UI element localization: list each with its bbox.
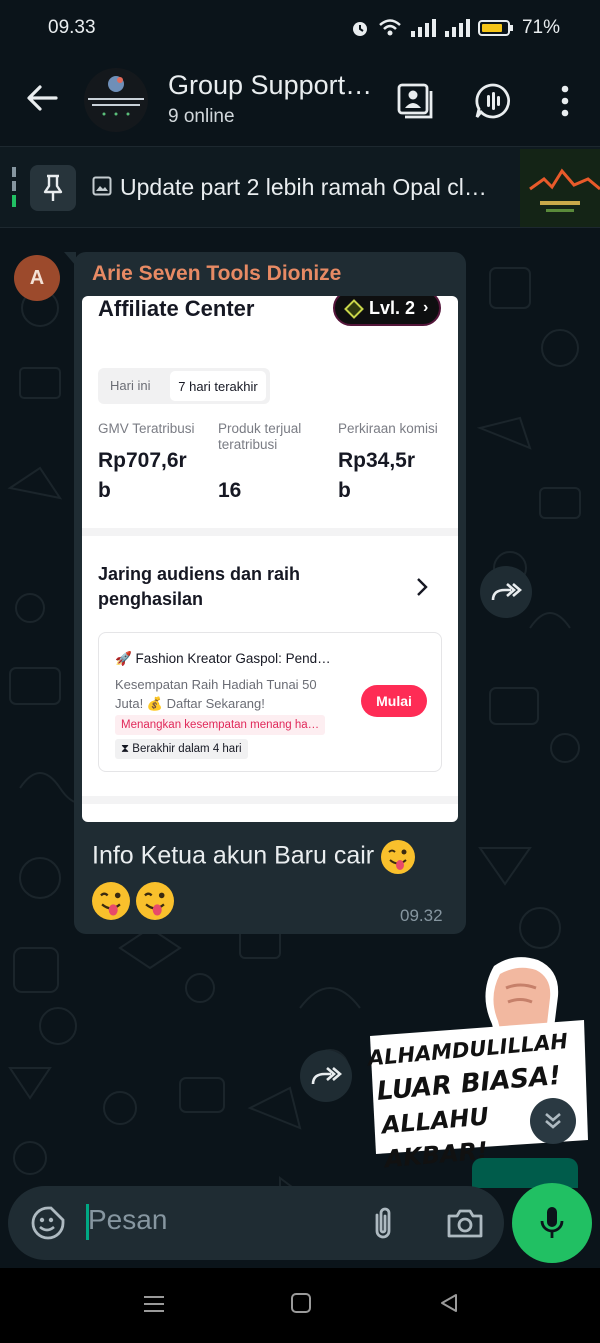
chevron-right-icon: › [423,299,429,316]
forward-button[interactable] [480,566,532,618]
status-bar: 09.33 71% [0,0,600,56]
double-chevron-down-icon [545,1113,561,1129]
pin-icon [43,174,63,201]
online-count: 9 online [168,106,235,127]
camera-icon[interactable] [446,1206,484,1240]
bottom-divider [82,796,458,804]
winking-tongue-emoji [381,840,416,874]
system-nav-bar [0,1268,600,1343]
campaign-description-line-1: Kesempatan Raih Hadiah Tunai 50 [115,677,317,692]
pinned-message-bar[interactable]: Update part 2 lebih ramah Opal cl… [0,146,600,228]
winking-tongue-emoji [136,882,175,920]
back-nav-icon[interactable] [438,1292,460,1314]
forward-icon [311,1067,342,1085]
message-caption: Info Ketua akun Baru cair [92,840,416,874]
metric-value-gmv: Rp707,6r [98,449,187,472]
mic-button[interactable] [512,1183,592,1263]
chat-header: Group Support… 9 online [0,56,600,146]
attach-icon[interactable] [368,1205,398,1241]
start-button: Mulai [361,685,427,717]
message-composer[interactable] [8,1186,504,1260]
group-avatar[interactable] [84,68,148,132]
metric-value-gmv-unit: b [98,479,111,502]
contact-card-icon[interactable] [396,82,434,120]
campaign-tag: Menangkan kesempatan menang ha… [115,715,326,735]
pin-button[interactable] [30,165,76,211]
metric-label-commission: Perkiraan komisi [338,421,438,436]
whatsapp-chat-screen: 09.33 71% Group Support… 9 online Update… [0,0,600,1343]
tab-7-days: 7 hari terakhir [170,371,266,401]
scroll-to-bottom-button[interactable] [530,1098,576,1144]
sender-avatar[interactable]: A [14,255,60,301]
campaign-deadline: ⧗ Berakhir dalam 4 hari [115,739,248,759]
signal-1-icon [410,19,436,37]
level-badge: Lvl. 2 › [333,296,441,326]
message-input[interactable]: Pesan [88,1204,167,1236]
metric-label-gmv: GMV Teratribusi [98,421,195,436]
metric-label-products: Produk terjual [218,421,302,436]
voice-chat-icon[interactable] [474,82,512,120]
sticker-icon[interactable] [30,1205,66,1241]
section-title-line-1: Jaring audiens dan raih [98,564,301,584]
battery-icon [477,20,513,36]
emoji-row [92,882,175,920]
deadline-text: Berakhir dalam 4 hari [132,743,242,755]
hourglass-icon: ⧗ [121,743,133,755]
caption-text: Info Ketua akun Baru cair [92,841,375,870]
group-logo-icon [88,76,144,116]
campaign-description-line-2: Juta! 💰 Daftar Sekarang! [115,696,265,711]
forward-icon [491,583,522,601]
chat-title[interactable]: Group Support… [168,70,372,101]
period-toggle: Hari ini 7 hari terakhir [98,368,270,404]
wifi-icon [379,19,401,36]
chevron-right-icon [417,578,428,596]
section-title-line-2: penghasilan [98,589,204,609]
pin-indicator [12,167,16,207]
image-icon [92,176,112,196]
pinned-text: Update part 2 lebih ramah Opal cl… [120,174,487,200]
microphone-icon [540,1207,564,1238]
sender-name[interactable]: Arie Seven Tools Dionize [92,262,341,286]
battery-percent: 71% [521,17,560,38]
winking-tongue-emoji [92,882,130,920]
home-icon[interactable] [290,1292,312,1314]
alarm-icon [352,22,367,36]
status-time: 09.33 [48,17,96,38]
section-title: Jaring audiens dan raih penghasilan [98,562,358,612]
diamond-icon [344,299,364,319]
campaign-title: 🚀 Fashion Kreator Gaspol: Pend… [115,651,331,666]
section-divider [82,528,458,536]
level-text: Lvl. 2 [369,297,416,318]
back-arrow-icon[interactable] [22,78,62,118]
message-image[interactable]: Affiliate Center Lvl. 2 › Hari ini 7 har… [82,296,458,822]
campaign-description: Kesempatan Raih Hadiah Tunai 50 Juta! 💰 … [115,675,365,713]
tab-today: Hari ini [110,378,151,393]
status-icons: 71% [350,17,560,39]
metric-value-commission-unit: b [338,479,351,502]
metric-label-products-2: teratribusi [218,437,278,452]
metric-value-commission: Rp34,5r [338,449,416,472]
forward-sticker-button[interactable] [300,1050,352,1102]
affiliate-title: Affiliate Center [98,296,255,321]
message-time: 09.32 [400,906,443,925]
signal-2-icon [444,19,470,37]
campaign-card: 🚀 Fashion Kreator Gaspol: Pend… Kesempat… [98,632,442,772]
recent-apps-icon[interactable] [142,1292,166,1316]
metric-value-products: 16 [218,479,242,502]
pinned-thumbnail [520,149,600,227]
more-options-icon[interactable] [546,82,584,120]
